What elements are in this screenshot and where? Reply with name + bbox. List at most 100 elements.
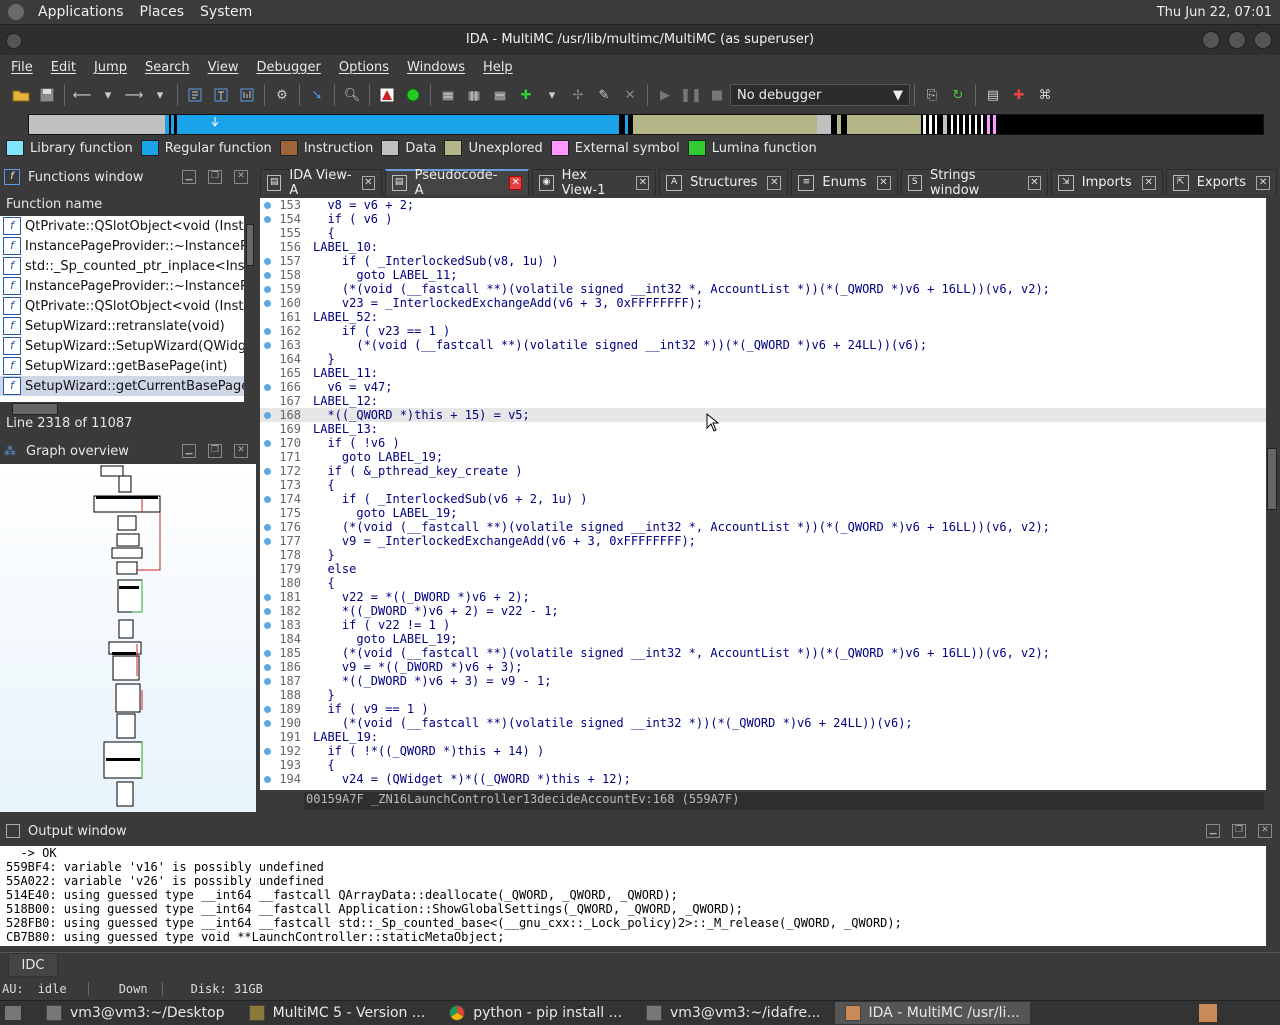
list-item[interactable]: fInstancePageProvider::~InstancePage	[0, 236, 244, 256]
panel-minimize-button[interactable]: ▁	[182, 444, 196, 458]
panel-close-button[interactable]: ✕	[1258, 824, 1272, 838]
code-line[interactable]: 162 if ( v23 == 1 )	[260, 324, 1266, 338]
code-line[interactable]: 181 v22 = *((_DWORD *)v6 + 2);	[260, 590, 1266, 604]
list-item[interactable]: fSetupWizard::getCurrentBasePage(vo	[0, 376, 244, 396]
taskbar-item-multimc[interactable]: MultiMC 5 - Version ...	[239, 1002, 436, 1024]
list-item[interactable]: fQtPrivate::QSlotObject<void (Instance	[0, 216, 244, 236]
panel-menu-system[interactable]: System	[192, 4, 260, 20]
menu-jump[interactable]: Jump	[85, 60, 136, 75]
scrollbar-thumb[interactable]	[1267, 448, 1277, 510]
taskbar-item-chrome[interactable]: python - pip install ...	[439, 1002, 632, 1024]
menu-debugger[interactable]: Debugger	[247, 60, 329, 75]
jump-address-icon[interactable]: ➘	[306, 84, 328, 106]
code-line[interactable]: 183 if ( v22 != 1 )	[260, 618, 1266, 632]
breakpoint-dot-icon[interactable]	[264, 258, 271, 265]
tab-enums[interactable]: ≡ Enums ✕	[791, 169, 898, 195]
breakpoint-dot-icon[interactable]	[264, 594, 271, 601]
back-dropdown-icon[interactable]: ▾	[97, 84, 119, 106]
save-icon[interactable]	[36, 84, 58, 106]
forward-dropdown-icon[interactable]: ▾	[149, 84, 171, 106]
code-line[interactable]: 166 v6 = v47;	[260, 380, 1266, 394]
code-line[interactable]: 176 (*(void (__fastcall **)(volatile sig…	[260, 520, 1266, 534]
menu-edit[interactable]: Edit	[42, 60, 85, 75]
code-line[interactable]: 192 if ( !*((_QWORD *)this + 14) )	[260, 744, 1266, 758]
breakpoint-dot-icon[interactable]	[264, 524, 271, 531]
close-icon[interactable]: ✕	[362, 175, 375, 190]
breakpoint-dot-icon[interactable]	[264, 300, 271, 307]
code-line[interactable]: 175 goto LABEL_19;	[260, 506, 1266, 520]
plugins-icon[interactable]: ⌘	[1034, 84, 1056, 106]
close-icon[interactable]: ✕	[876, 175, 891, 190]
gnome-foot-icon[interactable]	[8, 4, 24, 20]
layout-icon[interactable]: ▤	[982, 84, 1004, 106]
breakpoint-dot-icon[interactable]	[264, 678, 271, 685]
breakpoint-dot-icon[interactable]	[264, 384, 271, 391]
list-item[interactable]: fInstancePageProvider::~InstancePage	[0, 276, 244, 296]
code-line[interactable]: 160 v23 = _InterlockedExchangeAdd(v6 + 3…	[260, 296, 1266, 310]
close-icon[interactable]: ✕	[1256, 175, 1271, 190]
back-arrow-icon[interactable]: ⟵	[71, 84, 93, 106]
functions-vertical-scrollbar[interactable]	[244, 194, 256, 402]
breakpoint-dot-icon[interactable]	[264, 720, 271, 727]
array-icon[interactable]	[463, 84, 485, 106]
breakpoint-dot-icon[interactable]	[264, 202, 271, 209]
add-dropdown-icon[interactable]: ▾	[541, 84, 563, 106]
pause-icon[interactable]: ❚❚	[680, 84, 702, 106]
code-line[interactable]: 186 v9 = *((_DWORD *)v6 + 3);	[260, 660, 1266, 674]
taskbar-item-ida[interactable]: IDA - MultiMC /usr/li...	[834, 1002, 1030, 1024]
code-line[interactable]: 193 {	[260, 758, 1266, 772]
code-line[interactable]: 171 goto LABEL_19;	[260, 450, 1266, 464]
breakpoint-dot-icon[interactable]	[264, 342, 271, 349]
menu-search[interactable]: Search	[136, 60, 199, 75]
panel-menu-places[interactable]: Places	[132, 4, 193, 20]
tab-hex-view-1[interactable]: ◉ Hex View-1 ✕	[532, 168, 657, 198]
tab-strings-window[interactable]: S Strings window ✕	[900, 168, 1048, 198]
open-folder-icon[interactable]	[10, 84, 32, 106]
stop-icon[interactable]: ■	[706, 84, 728, 106]
pseudocode-vertical-scrollbar[interactable]	[1266, 198, 1278, 810]
tab-exports[interactable]: ⇱ Exports ✕	[1165, 169, 1278, 195]
list-item[interactable]: f SetupWizard::SetupWizard(QWidget	[0, 336, 244, 356]
panel-close-button[interactable]: ✕	[234, 170, 248, 184]
breakpoint-dot-icon[interactable]	[264, 650, 271, 657]
list-item[interactable]: f SetupWizard::getBasePage(int)	[0, 356, 244, 376]
error-marker-icon[interactable]	[376, 84, 398, 106]
breakpoint-dot-icon[interactable]	[264, 538, 271, 545]
graph-view-icon[interactable]	[236, 84, 258, 106]
debugger-select[interactable]: No debugger ▼	[730, 84, 910, 106]
breakpoint-dot-icon[interactable]	[264, 706, 271, 713]
code-line[interactable]: 165 LABEL_11:	[260, 366, 1266, 380]
scrollbar-thumb[interactable]	[12, 403, 58, 415]
code-line[interactable]: 194 v24 = (QWidget *)*((_QWORD *)this + …	[260, 772, 1266, 786]
output-log[interactable]: -> OK 559BF4: variable 'v16' is possibly…	[0, 846, 1266, 946]
code-line[interactable]: 159 (*(void (__fastcall **)(volatile sig…	[260, 282, 1266, 296]
code-line[interactable]: 191 LABEL_19:	[260, 730, 1266, 744]
cancel-icon[interactable]: ✕	[619, 84, 641, 106]
menu-help[interactable]: Help	[474, 60, 522, 75]
attach-process-icon[interactable]: ⎘	[921, 84, 943, 106]
panel-float-button[interactable]: ❐	[208, 170, 222, 184]
create-function-icon[interactable]	[184, 84, 206, 106]
panel-float-button[interactable]: ❐	[1232, 824, 1246, 838]
function-name-column-header[interactable]: Function name	[0, 194, 244, 216]
breakpoint-dot-icon[interactable]	[264, 412, 271, 419]
command-input[interactable]	[62, 954, 1280, 976]
analysis-icon[interactable]: ⚙	[271, 84, 293, 106]
code-line[interactable]: 174 if ( _InterlockedSub(v6 + 2, 1u) )	[260, 492, 1266, 506]
panel-minimize-button[interactable]: ▁	[1206, 824, 1220, 838]
code-line[interactable]: 178 }	[260, 548, 1266, 562]
output-vertical-scrollbar[interactable]	[1266, 846, 1278, 946]
code-line[interactable]: 156 LABEL_10:	[260, 240, 1266, 254]
code-line[interactable]: 167 LABEL_12:	[260, 394, 1266, 408]
breakpoint-dot-icon[interactable]	[264, 272, 271, 279]
menu-windows[interactable]: Windows	[398, 60, 474, 75]
list-item[interactable]: f std::_Sp_counted_ptr_inplace<Instan	[0, 256, 244, 276]
breakpoint-dot-icon[interactable]	[264, 664, 271, 671]
minimize-button[interactable]	[1202, 31, 1220, 49]
taskbar-item-terminal-idafree[interactable]: vm3@vm3:~/idafre...	[636, 1002, 831, 1024]
tab-imports[interactable]: ⇲ Imports ✕	[1050, 169, 1163, 195]
window-title-bar[interactable]: IDA - MultiMC /usr/lib/multimc/MultiMC (…	[0, 25, 1280, 55]
run-icon[interactable]: ▶	[654, 84, 676, 106]
functions-list[interactable]: fQtPrivate::QSlotObject<void (Instance f…	[0, 216, 244, 402]
code-line[interactable]: 153 v8 = v6 + 2;	[260, 198, 1266, 212]
